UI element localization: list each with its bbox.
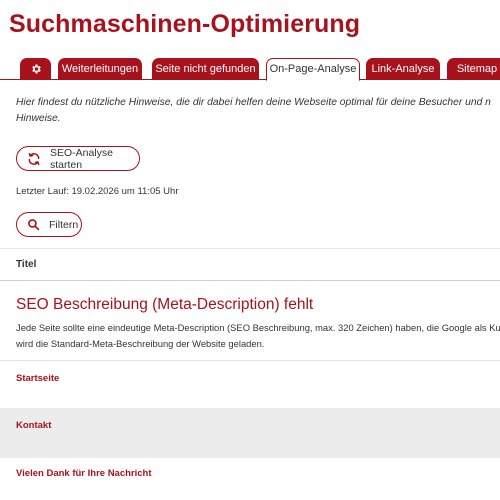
page-title: Suchmaschinen-Optimierung	[9, 10, 361, 38]
tab-on-page-analyse[interactable]: On-Page-Analyse	[266, 58, 360, 81]
tab-link-analyse[interactable]: Link-Analyse	[366, 58, 440, 80]
tab-settings[interactable]	[20, 58, 51, 80]
filter-button[interactable]: Filtern	[16, 212, 82, 237]
issue-title: SEO Beschreibung (Meta-Description) fehl…	[16, 296, 314, 313]
tab-sitemap[interactable]: Sitemap	[447, 58, 500, 80]
filter-label: Filtern	[49, 218, 79, 231]
page-link-vielen-dank[interactable]: Vielen Dank für Ihre Nachricht	[16, 468, 152, 479]
last-run-text: Letzter Lauf: 19.02.2026 um 11:05 Uhr	[16, 186, 179, 197]
intro-line-2: Hinweise.	[16, 113, 61, 124]
tab-bar: Weiterleitungen Seite nicht gefunden On-…	[0, 57, 500, 81]
tab-weiterleitungen[interactable]: Weiterleitungen	[58, 58, 142, 80]
issue-description-line-2: wird die Standard-Meta-Beschreibung der …	[16, 338, 265, 349]
issue-description-line-1: Jede Seite sollte eine eindeutige Meta-D…	[16, 322, 500, 333]
intro-text: Hier findest du nützliche Hinweise, die …	[16, 95, 500, 127]
gear-icon	[30, 64, 42, 78]
intro-line-1: Hier findest du nützliche Hinweise, die …	[16, 97, 491, 108]
page-link-startseite[interactable]: Startseite	[16, 373, 59, 384]
tab-seite-nicht-gefunden[interactable]: Seite nicht gefunden	[152, 58, 259, 80]
table-header-title[interactable]: Titel	[0, 248, 500, 281]
table-row: Kontakt	[0, 408, 500, 458]
search-icon	[27, 218, 40, 231]
start-seo-analysis-label: SEO-Analyse starten	[50, 146, 114, 171]
start-seo-analysis-button[interactable]: SEO-Analyse starten	[16, 146, 140, 171]
issue-description: Jede Seite sollte eine eindeutige Meta-D…	[16, 320, 500, 352]
table-row: Startseite	[0, 360, 500, 408]
table-row: Vielen Dank für Ihre Nachricht	[0, 458, 500, 500]
refresh-icon	[27, 152, 41, 166]
page-link-kontakt[interactable]: Kontakt	[16, 420, 51, 431]
